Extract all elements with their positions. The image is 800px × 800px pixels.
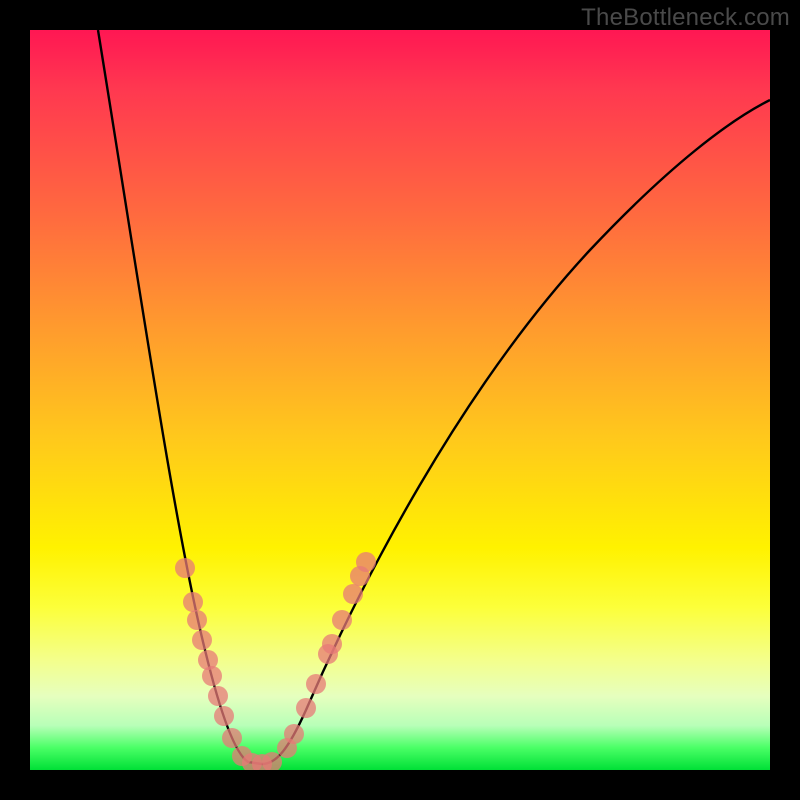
dot-left-3 [192,630,212,650]
dot-left-0 [175,558,195,578]
dot-right-7 [343,584,363,604]
chart-svg [30,30,770,770]
dot-right-6 [332,610,352,630]
dot-left-1 [183,592,203,612]
dot-right-3 [306,674,326,694]
curve-right [262,100,770,764]
dot-right-2 [296,698,316,718]
chart-frame [30,30,770,770]
dot-left-5 [202,666,222,686]
dot-right-9 [356,552,376,572]
dot-left-7 [214,706,234,726]
dot-right-1 [284,724,304,744]
dot-left-8 [222,728,242,748]
dot-left-2 [187,610,207,630]
dots-group [175,552,376,770]
watermark-text: TheBottleneck.com [581,4,790,32]
dot-right-5 [322,634,342,654]
dot-left-6 [208,686,228,706]
curve-left [98,30,262,764]
